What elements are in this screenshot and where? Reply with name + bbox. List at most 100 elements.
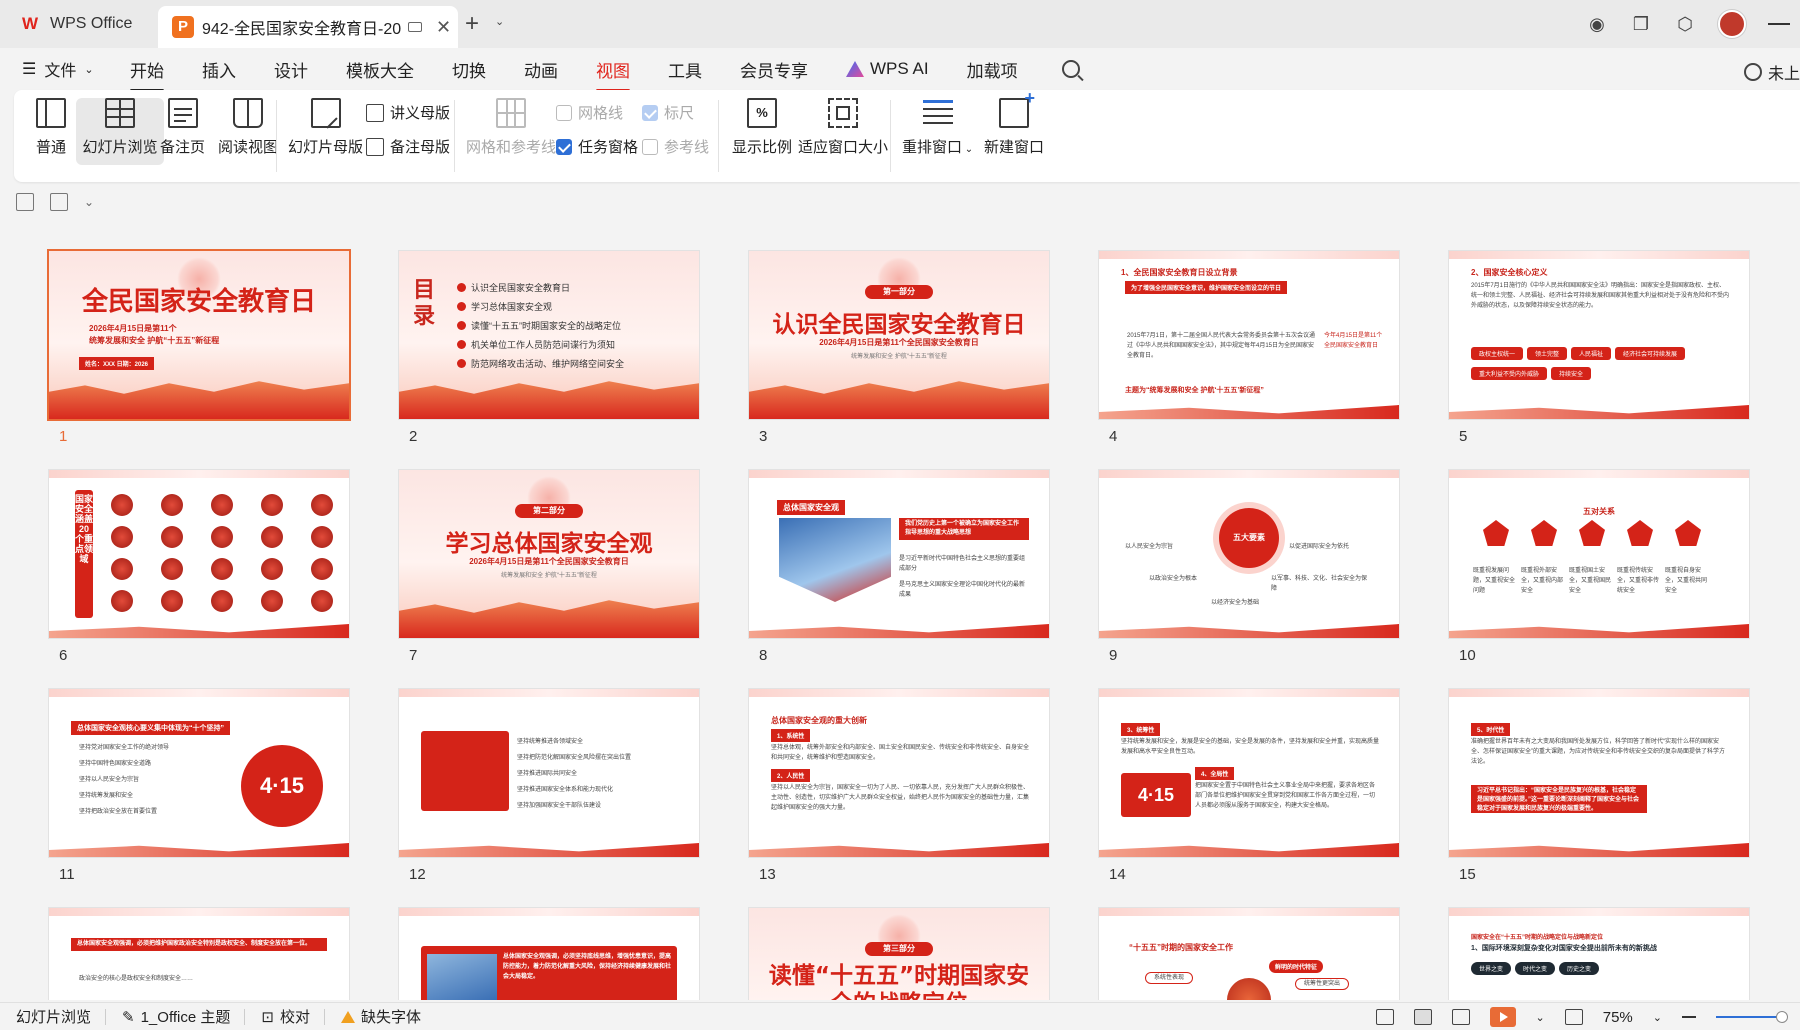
tab-wps-ai[interactable]: WPS AI <box>846 53 929 85</box>
slide-sorter-button[interactable]: 幻灯片浏览 <box>76 98 164 165</box>
slide-thumbnail-6[interactable]: 国家安全涵盖20个重点领域 <box>49 470 349 638</box>
new-tab-button[interactable]: + <box>465 10 479 38</box>
chevron-down-icon[interactable]: ⌄ <box>495 15 504 28</box>
document-tab-title: 942-全民国家安全教育日-20 <box>202 21 402 38</box>
chevron-down-icon[interactable]: ⌄ <box>84 195 94 209</box>
slideshow-play-button[interactable] <box>1489 1007 1516 1027</box>
slide-thumbnail-8[interactable]: 总体国家安全观 我们党历史上第一个被确立为国家安全工作指导思想的重大战略思想 是… <box>749 470 1049 638</box>
slide-thumbnail-20[interactable]: 国家安全在“十五五”时期的战略定位与战略新定位 1、国际环境深刻复杂变化对国家安… <box>1449 908 1749 1000</box>
save-icon[interactable] <box>50 193 68 211</box>
toc-list: 认识全民国家安全教育日 学习总体国家安全观 读懂“十五五”时期国家安全的战略定位… <box>457 281 624 376</box>
slide-thumbnail-4[interactable]: 1、全民国家安全教育日设立背景 为了增强全民国家安全意识，维护国家安全而设立的节… <box>1099 251 1399 419</box>
handout-master-button[interactable]: 讲义母版 <box>366 102 450 123</box>
ruler-check[interactable] <box>642 104 658 121</box>
slide-thumbnail-7[interactable]: 第二部分 学习总体国家安全观 2026年4月15日是第11个全民国家安全教育日 … <box>399 470 699 638</box>
slide-master-button[interactable]: 幻灯片母版 <box>288 98 363 157</box>
badge-415: 4·15 <box>241 745 323 827</box>
tab-home[interactable]: 开始 <box>130 51 164 92</box>
slide-tagline: 统筹发展和安全 护航“十五五”新征程 <box>501 573 597 579</box>
slide-thumbnail-14[interactable]: 3、统筹性 坚持统筹发展和安全，发展是安全的基础，安全是发展的条件，坚持发展和安… <box>1099 689 1399 857</box>
reading-view-label: 阅读视图 <box>218 139 279 156</box>
slide-thumbnail-18[interactable]: 第三部分 读懂“十五五”时期国家安全的战略定位 <box>749 908 1049 1000</box>
status-view-name: 幻灯片浏览 <box>16 1009 92 1026</box>
notes-master-button[interactable]: 备注母版 <box>366 136 450 157</box>
file-menu[interactable]: ☰ 文件 ⌄ <box>22 57 130 81</box>
fit-window-label: 适应窗口大小 <box>798 139 889 156</box>
domain-circle-icon <box>311 590 333 612</box>
fit-screen-icon[interactable] <box>1564 1009 1583 1025</box>
tab-tools[interactable]: 工具 <box>668 51 702 88</box>
close-tab-icon[interactable]: ✕ <box>436 17 451 38</box>
tab-member[interactable]: 会员专享 <box>740 51 808 88</box>
task-pane-checkbox[interactable]: 任务窗格 <box>556 136 638 157</box>
slide-thumbnail-12[interactable]: 坚持统筹推进各领域安全 坚持把防范化解国家安全风险摆在突出位置 坚持推进国际共同… <box>399 689 699 857</box>
arrange-windows-button[interactable]: 重排窗口 ⌄ <box>902 98 973 157</box>
arrange-windows-icon <box>922 98 953 128</box>
grid-guides-button[interactable]: 网格和参考线 <box>466 98 556 157</box>
proofing-button[interactable]: ⊡ 校对 <box>261 1006 310 1027</box>
decorative-band <box>1449 405 1749 419</box>
domain-circle-icon <box>261 558 283 580</box>
decorative-band <box>1099 843 1399 857</box>
theme-button[interactable]: ✎ 1_Office 主题 <box>122 1006 230 1027</box>
notes-page-button[interactable]: 备注页 <box>160 98 205 157</box>
guides-check[interactable] <box>642 138 658 155</box>
slide-thumbnail-9[interactable]: 五大要素 以人民安全为宗旨 以促进国际安全为依托 以政治安全为根本 以军事、科技… <box>1099 470 1399 638</box>
normal-view-button[interactable]: 普通 <box>36 98 66 157</box>
chevron-down-icon[interactable]: ⌄ <box>1653 1011 1662 1024</box>
tab-animations[interactable]: 动画 <box>524 51 558 88</box>
zoom-slider[interactable] <box>1716 1011 1788 1023</box>
slide-thumbnail-1[interactable]: 全民国家安全教育日 2026年4月15日是第11个 统筹发展和安全 护航“十五五… <box>49 251 349 419</box>
ruler-checkbox[interactable]: 标尺 <box>642 102 694 123</box>
search-icon[interactable] <box>1061 60 1080 78</box>
wps-home-tab[interactable]: W WPS Office <box>8 6 150 42</box>
document-tab[interactable]: P 942-全民国家安全教育日-20 ✕ <box>158 6 458 48</box>
cloud-sync-status[interactable]: 未上 <box>1743 60 1800 84</box>
gridlines-checkbox[interactable]: 网格线 <box>556 102 623 123</box>
user-avatar[interactable] <box>1718 10 1746 38</box>
domain-circle-icon <box>161 590 183 612</box>
tab-design[interactable]: 设计 <box>274 51 308 88</box>
slide-thumbnail-16[interactable]: 总体国家安全观强调，必须把维护国家政治安全特别是政权安全、制度安全放在第一位。 … <box>49 908 349 1000</box>
gridlines-label: 网格线 <box>578 105 624 122</box>
zoom-level[interactable]: 75% <box>1603 1009 1633 1026</box>
minimize-button[interactable] <box>1768 13 1790 35</box>
slide-thumbnail-13[interactable]: 总体国家安全观的重大创新 1、系统性 坚持总体观，统筹外部安全和内部安全、国土安… <box>749 689 1049 857</box>
part-badge: 第二部分 <box>515 504 583 518</box>
chevron-down-icon[interactable]: ⌄ <box>1536 1011 1545 1024</box>
slide-thumbnail-10[interactable]: 五对关系 既重视发展问题，又重视安全问题 既重视外部安全，又重视内部安全 既重视… <box>1449 470 1749 638</box>
tab-transitions[interactable]: 切换 <box>452 51 486 88</box>
missing-fonts-button[interactable]: 缺失字体 <box>340 1006 421 1027</box>
new-window-button[interactable]: 新建窗口 <box>984 88 1044 157</box>
reading-view-status-icon[interactable] <box>1451 1009 1470 1025</box>
ai-assistant-icon[interactable]: ◉ <box>1586 13 1608 35</box>
reading-view-button[interactable]: 阅读视图 <box>218 98 278 157</box>
slide-title: 学习总体国家安全观 <box>445 531 653 557</box>
slide-thumbnail-11[interactable]: 总体国家安全观核心要义集中体现为“十个坚持” 坚持党对国家安全工作的绝对领导 坚… <box>49 689 349 857</box>
slide-thumbnail-2[interactable]: 目录 认识全民国家安全教育日 学习总体国家安全观 读懂“十五五”时期国家安全的战… <box>399 251 699 419</box>
slide-thumbnail-15[interactable]: 5、时代性 准确把握世界百年未有之大变局和我国所处发展方位，科学回答了新时代“实… <box>1449 689 1749 857</box>
crop-icon[interactable] <box>16 193 34 211</box>
slide-sorter-status-icon[interactable] <box>1413 1009 1432 1025</box>
slide-thumbnail-19[interactable]: “十五五”时期的国家安全工作 系统性表现 鲜明的时代特征 统筹性更突出 <box>1099 908 1399 1000</box>
tab-view[interactable]: 视图 <box>596 51 630 92</box>
tab-templates[interactable]: 模板大全 <box>346 51 414 88</box>
gridlines-check[interactable] <box>556 104 572 121</box>
window-tile-icon[interactable]: ❐ <box>1630 13 1652 35</box>
tab-insert[interactable]: 插入 <box>202 51 236 88</box>
zoom-ratio-button[interactable]: % 显示比例 <box>732 98 792 157</box>
task-pane-check[interactable] <box>556 138 572 155</box>
zoom-out-icon[interactable] <box>1682 1016 1696 1018</box>
slide-thumbnail-5[interactable]: 2、国家安全核心定义 2015年7月1日施行的《中华人民共和国国家安全法》明确指… <box>1449 251 1749 419</box>
tab-addins[interactable]: 加载项 <box>967 51 1018 88</box>
slide-thumbnail-17[interactable]: 总体国家安全观强调，必须坚持底线思维，增强忧患意识，提高防控能力，着力防范化解重… <box>399 908 699 1000</box>
presentation-file-icon: P <box>172 16 194 38</box>
slide-body: 坚持统筹发展和安全，发展是安全的基础，安全是发展的条件，坚持发展和安全并重，实现… <box>1121 739 1379 755</box>
guides-checkbox[interactable]: 参考线 <box>642 136 709 157</box>
cube-icon[interactable]: ⬡ <box>1674 13 1696 35</box>
fit-window-button[interactable]: 适应窗口大小 <box>798 98 888 157</box>
normal-view-status-icon[interactable] <box>1375 1009 1394 1025</box>
slide-thumbnail-3[interactable]: 第一部分 认识全民国家安全教育日 2026年4月15日是第11个全民国家安全教育… <box>749 251 1049 419</box>
toc-item: 机关单位工作人员防范间谍行为须知 <box>457 338 624 351</box>
relation-icon <box>1483 520 1509 546</box>
